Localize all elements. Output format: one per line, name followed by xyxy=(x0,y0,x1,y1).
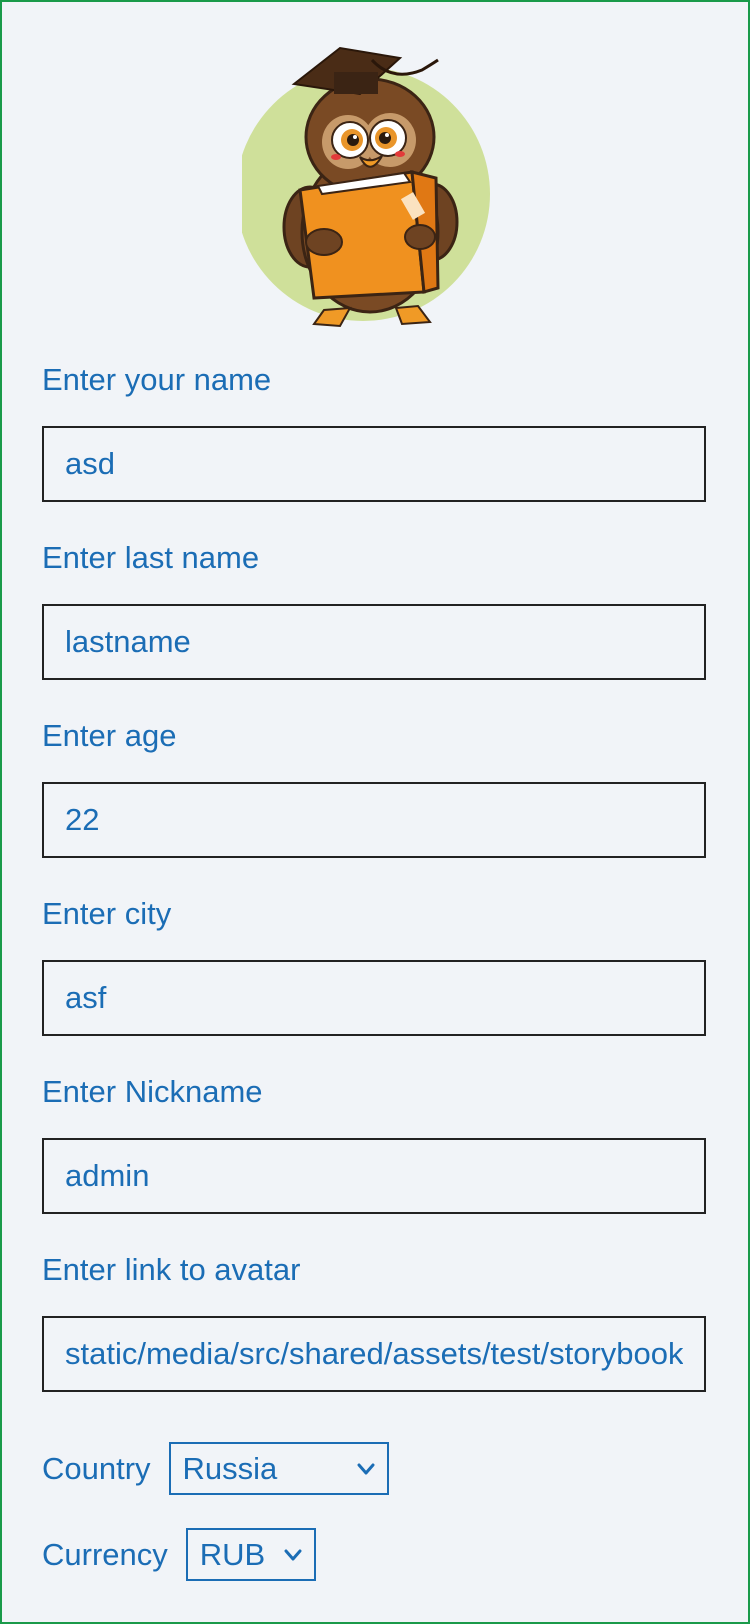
country-label: Country xyxy=(42,1450,151,1486)
city-input[interactable] xyxy=(44,962,704,1034)
name-label: Enter your name xyxy=(42,362,272,397)
chevron-down-icon xyxy=(284,1549,302,1561)
age-field[interactable] xyxy=(42,782,706,858)
currency-row: Currency RUB xyxy=(42,1528,316,1581)
avatar-link-label: Enter link to avatar xyxy=(42,1252,301,1287)
nickname-input[interactable] xyxy=(44,1140,704,1212)
avatar-link-input[interactable] xyxy=(44,1318,704,1390)
last-name-field[interactable] xyxy=(42,604,706,680)
name-input[interactable] xyxy=(44,428,704,500)
avatar-link-field[interactable] xyxy=(42,1316,706,1392)
chevron-down-icon xyxy=(357,1463,375,1475)
currency-select[interactable]: RUB xyxy=(185,1528,316,1581)
avatar xyxy=(242,46,490,328)
currency-value: RUB xyxy=(199,1536,266,1572)
country-value: Russia xyxy=(182,1450,278,1486)
age-label: Enter age xyxy=(42,718,177,753)
country-row: Country Russia xyxy=(42,1442,389,1495)
city-field[interactable] xyxy=(42,960,706,1036)
age-input[interactable] xyxy=(44,784,704,856)
country-select[interactable]: Russia xyxy=(168,1442,389,1495)
nickname-field[interactable] xyxy=(42,1138,706,1214)
nickname-label: Enter Nickname xyxy=(42,1074,263,1109)
profile-card: Enter your name Enter last name Enter ag… xyxy=(0,0,750,1624)
name-field[interactable] xyxy=(42,426,706,502)
currency-label: Currency xyxy=(42,1536,168,1572)
city-label: Enter city xyxy=(42,896,172,931)
last-name-label: Enter last name xyxy=(42,540,260,575)
last-name-input[interactable] xyxy=(44,606,704,678)
